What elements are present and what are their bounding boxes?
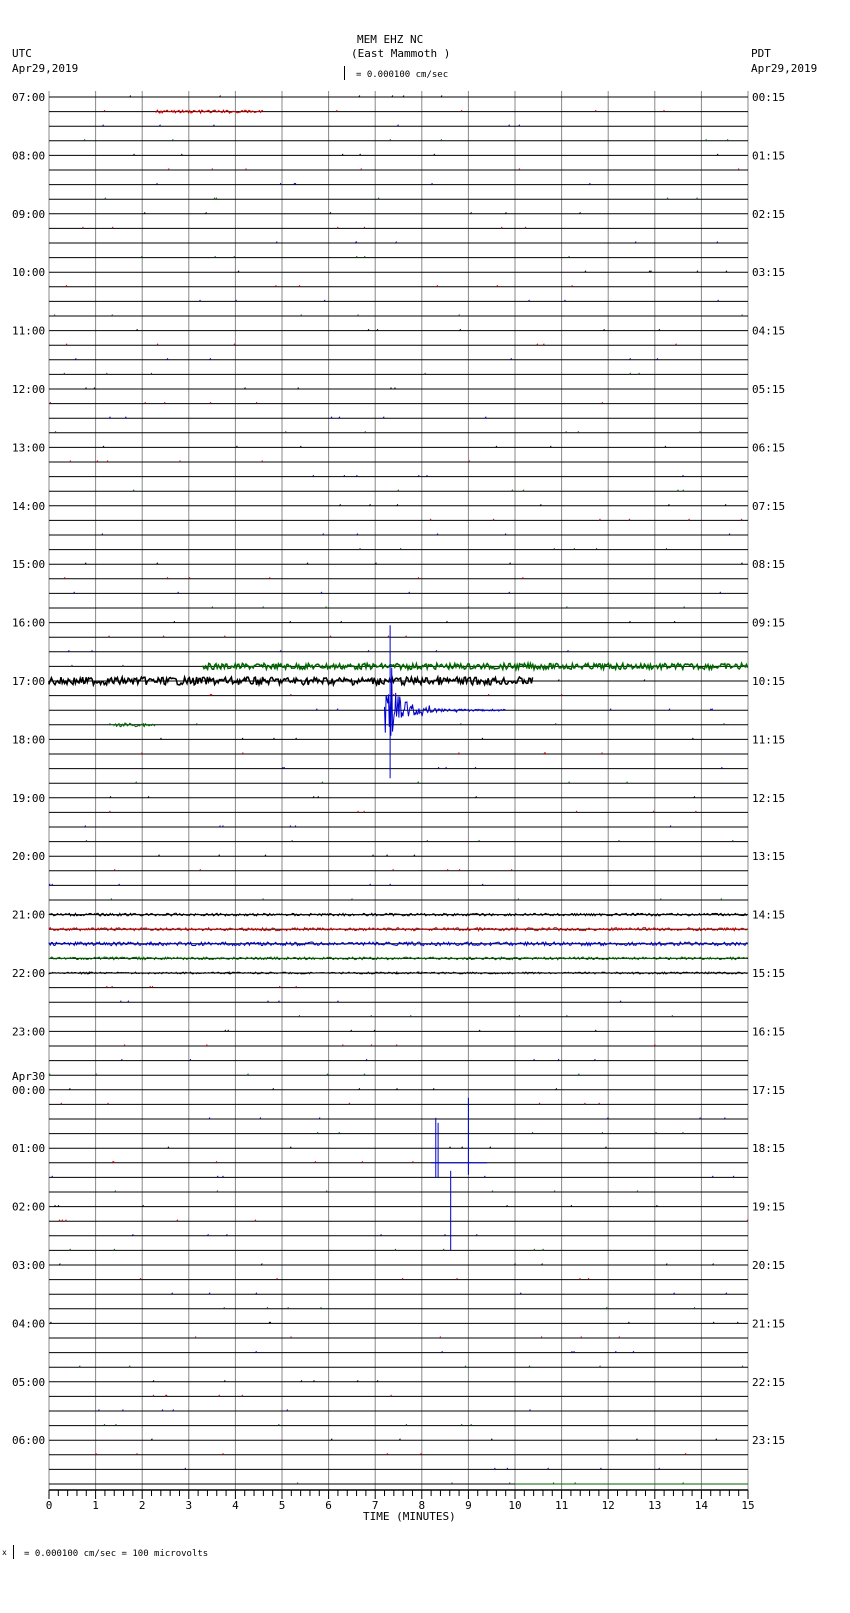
right-hour-label: 00:15 [752,91,785,104]
left-hour-label: 20:00 [12,850,45,863]
right-hour-label: 16:15 [752,1025,785,1038]
x-tick-label: 14 [695,1499,709,1512]
left-hour-label: 13:00 [12,441,45,454]
x-tick-label: 13 [648,1499,661,1512]
x-tick-label: 5 [279,1499,286,1512]
right-hour-label: 23:15 [752,1434,785,1447]
x-tick-label: 0 [46,1499,53,1512]
left-hour-label: 18:00 [12,733,45,746]
left-hour-label: 00:00 [12,1084,45,1097]
right-hour-label: 11:15 [752,733,785,746]
x-tick-label: 1 [92,1499,99,1512]
x-tick-label: 3 [185,1499,192,1512]
right-hour-label: 14:15 [752,909,785,922]
left-hour-label: 15:00 [12,558,45,571]
right-hour-label: 18:15 [752,1142,785,1155]
x-tick-label: 6 [325,1499,332,1512]
x-tick-label: 9 [465,1499,472,1512]
left-hour-label: 07:00 [12,91,45,104]
left-hour-label: 06:00 [12,1434,45,1447]
right-hour-label: 07:15 [752,500,785,513]
left-hour-label: 10:00 [12,266,45,279]
left-hour-label: 19:00 [12,792,45,805]
trace-event [155,109,264,115]
right-hour-label: 02:15 [752,208,785,221]
seismogram-plot: 07:00 08:00 09:00 10:00 11:00 12:00 13:00 14:00… [12,91,785,1512]
right-hour-label: 03:15 [752,266,785,279]
x-tick-label: 7 [372,1499,379,1512]
left-hour-label: 21:00 [12,909,45,922]
left-hour-label: 17:00 [12,675,45,688]
right-hour-label: 01:15 [752,149,785,162]
right-hour-label: 06:15 [752,441,785,454]
right-hour-label: 17:15 [752,1084,785,1097]
helicorder: MEM EHZ NC (East Mammoth ) UTC Apr29,201… [0,0,850,1613]
left-hour-label: 05:00 [12,1376,45,1389]
right-hour-label: 20:15 [752,1259,785,1272]
right-hour-label: 21:15 [752,1317,785,1330]
date-change-label: Apr30 [12,1070,45,1083]
right-hour-label: 05:15 [752,383,785,396]
right-hour-label: 13:15 [752,850,785,863]
left-hour-label: 23:00 [12,1025,45,1038]
right-hour-label: 09:15 [752,617,785,630]
right-hour-label: 08:15 [752,558,785,571]
trace-event [384,667,506,736]
x-tick-label: 2 [139,1499,146,1512]
x-tick-label: 4 [232,1499,239,1512]
right-hour-label: 15:15 [752,967,785,980]
right-hour-label: 04:15 [752,325,785,338]
left-hour-label: 16:00 [12,617,45,630]
left-hour-label: 11:00 [12,325,45,338]
left-hour-label: 04:00 [12,1317,45,1330]
trace-event [48,674,534,688]
x-tick-label: 11 [555,1499,568,1512]
left-hour-label: 09:00 [12,208,45,221]
left-hour-label: 01:00 [12,1142,45,1155]
x-tick-label: 12 [602,1499,615,1512]
left-hour-label: 22:00 [12,967,45,980]
right-hour-label: 22:15 [752,1376,785,1389]
right-hour-label: 10:15 [752,675,785,688]
left-hour-label: 14:00 [12,500,45,513]
left-hour-label: 03:00 [12,1259,45,1272]
x-tick-label: 15 [741,1499,754,1512]
left-hour-label: 12:00 [12,383,45,396]
x-tick-label: 10 [508,1499,521,1512]
left-hour-label: 02:00 [12,1201,45,1214]
x-tick-label: 8 [418,1499,425,1512]
left-hour-label: 08:00 [12,149,45,162]
right-hour-label: 19:15 [752,1201,785,1214]
right-hour-label: 12:15 [752,792,785,805]
